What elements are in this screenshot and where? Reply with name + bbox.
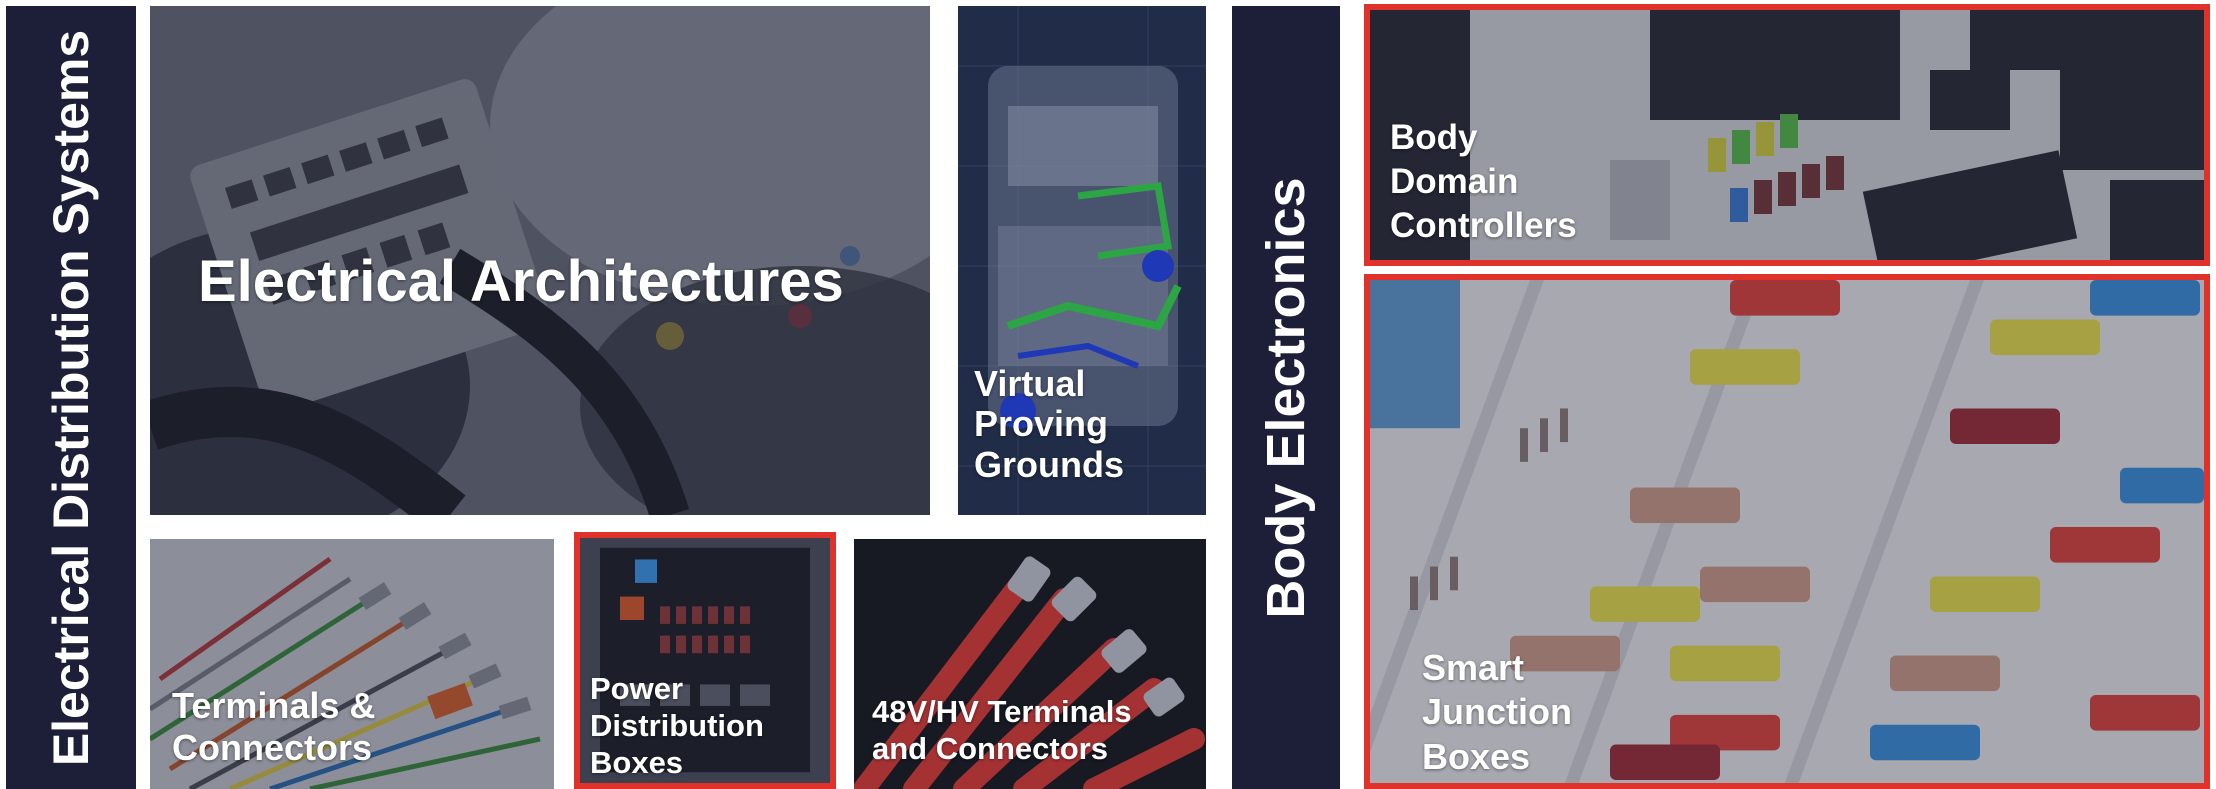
right-banner-title: Body Electronics [1256,176,1316,619]
right-banner: Body Electronics [1232,6,1340,789]
tile-power-distribution-boxes[interactable]: Power Distribution Boxes [574,532,836,789]
power-distribution-boxes-label: Power Distribution Boxes [590,671,764,781]
tile-electrical-architectures[interactable]: Electrical Architectures [150,6,930,515]
body-domain-controllers-label: Body Domain Controllers [1390,118,1577,245]
tile-terminals-connectors[interactable]: Terminals & Connectors [150,539,554,789]
smart-junction-boxes-label: Smart Junction Boxes [1422,647,1572,777]
electrical-architectures-label: Electrical Architectures [198,249,844,314]
tile-virtual-proving-grounds[interactable]: Virtual Proving Grounds [958,6,1206,515]
tile-body-domain-controllers[interactable]: Body Domain Controllers [1364,4,2210,266]
hv-terminals-label: 48V/HV Terminals and Connectors [872,694,1132,767]
left-banner-title: Electrical Distribution Systems [43,29,99,766]
virtual-proving-grounds-label: Virtual Proving Grounds [974,363,1124,485]
tile-48v-hv-terminals[interactable]: 48V/HV Terminals and Connectors [854,539,1206,789]
terminals-connectors-label: Terminals & Connectors [172,685,376,769]
tile-smart-junction-boxes[interactable]: Smart Junction Boxes [1364,274,2210,789]
left-banner: Electrical Distribution Systems [6,6,136,789]
